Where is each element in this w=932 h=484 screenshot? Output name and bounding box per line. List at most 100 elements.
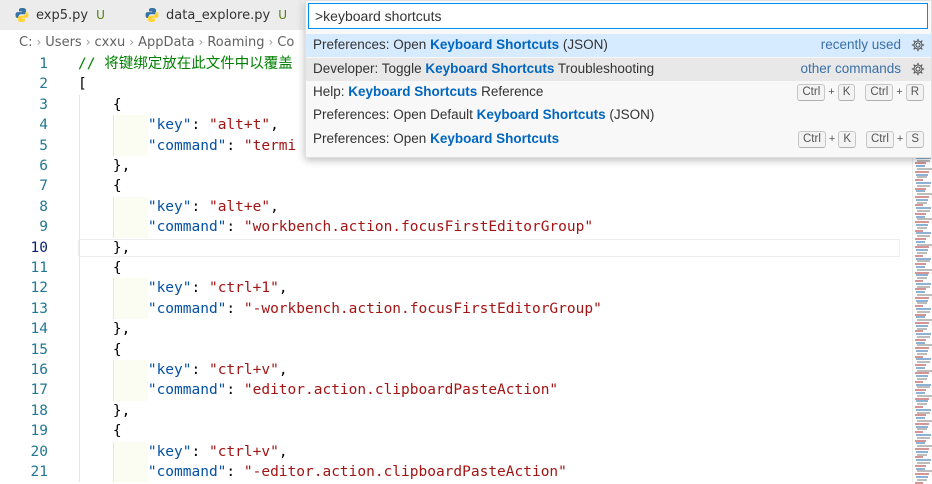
minimap-line [917, 252, 927, 254]
minimap-line [916, 333, 931, 336]
command-palette-input[interactable]: >keyboard shortcuts [308, 3, 928, 29]
keybinding-chord: Ctrl + R [865, 83, 924, 101]
minimap-line [917, 243, 932, 246]
key-cap: Ctrl [797, 84, 826, 101]
code-line[interactable]: 15 { [0, 340, 912, 360]
code-line[interactable]: 18 }, [0, 401, 912, 421]
minimap-line [916, 240, 925, 243]
minimap-line [917, 210, 930, 212]
keybinding-chord: Ctrl + S [866, 130, 924, 148]
code-text: "key": "ctrl+v", [78, 360, 288, 380]
command-palette-item[interactable]: Preferences: Open Keyboard Shortcuts (JS… [306, 34, 931, 57]
command-palette-item[interactable]: Preferences: Open Keyboard Shortcuts Ctrl… [306, 128, 931, 151]
command-label-prefix: Developer: Toggle [313, 61, 426, 76]
command-palette: >keyboard shortcuts Preferences: Open Ke… [305, 0, 932, 158]
minimap-line [916, 308, 931, 310]
gear-icon[interactable] [911, 62, 925, 76]
minimap-line [917, 168, 932, 170]
minimap-line [916, 316, 925, 319]
line-number: 1 [39, 56, 48, 72]
command-palette-item[interactable]: Help: Keyboard Shortcuts Reference Ctrl + K… [306, 81, 931, 104]
tab-exp5[interactable]: exp5.py U [0, 0, 131, 30]
minimap-line [917, 453, 927, 456]
minimap-line [917, 235, 930, 238]
minimap-line [916, 232, 931, 235]
minimap-line [916, 249, 928, 252]
breadcrumb-item[interactable]: Roaming [207, 35, 264, 50]
minimap-line [915, 179, 923, 182]
tab-status-badge: U [278, 8, 287, 22]
command-group-label: other commands [800, 61, 901, 76]
code-line[interactable]: 19 { [0, 421, 912, 441]
minimap-line [916, 442, 925, 445]
code-line[interactable]: 16 "key": "ctrl+v", [0, 360, 912, 380]
line-number: 8 [39, 198, 48, 215]
tab-data-explore[interactable]: data_explore.py U [130, 0, 302, 30]
minimap-line [917, 369, 932, 372]
code-line[interactable]: 17 "command": "editor.action.clipboardPa… [0, 380, 912, 400]
code-line[interactable]: 20 "key": "ctrl+v", [0, 442, 912, 462]
code-line[interactable]: 21 "command": "-editor.action.clipboardP… [0, 462, 912, 482]
breadcrumb-item[interactable]: Co [277, 35, 294, 50]
minimap-line [915, 305, 923, 308]
token-key: "command" [147, 300, 227, 317]
command-label-prefix: Preferences: Open Default [313, 107, 477, 122]
minimap-line [916, 173, 928, 176]
breadcrumb-item[interactable]: AppData [138, 35, 194, 50]
code-line[interactable]: 7 { [0, 176, 912, 196]
minimap-line [915, 313, 926, 316]
token-plain: }, [78, 402, 131, 419]
token-key: "key" [147, 443, 192, 460]
command-label: Developer: Toggle Keyboard Shortcuts Tro… [313, 61, 654, 76]
breadcrumb-item[interactable]: Users [45, 35, 81, 50]
code-text: }, [78, 238, 130, 258]
minimap-line [915, 254, 923, 257]
plus-separator: + [828, 133, 836, 145]
minimap-line [916, 190, 925, 193]
minimap-line [915, 280, 923, 282]
line-number: 16 [30, 362, 48, 378]
key-cap: Ctrl [866, 131, 894, 148]
code-line[interactable]: 10 }, [0, 238, 912, 258]
minimap-line [915, 380, 923, 383]
command-palette-item[interactable]: Preferences: Open Default Keyboard Short… [306, 104, 931, 127]
minimap-line [916, 400, 928, 403]
chevron-right-icon: › [198, 35, 204, 49]
line-number: 7 [39, 178, 48, 195]
code-line[interactable]: 14 }, [0, 319, 912, 339]
minimap-line [916, 417, 925, 420]
code-line[interactable]: 9 "command": "workbench.action.focusFirs… [0, 217, 912, 237]
minimap-line [917, 411, 930, 414]
token-plain: }, [78, 239, 131, 256]
line-number: 10 [30, 239, 48, 256]
minimap-line [917, 285, 930, 288]
code-line[interactable]: 13 "command": "-workbench.action.focusFi… [0, 299, 912, 319]
minimap-line [915, 347, 929, 350]
token-plain: { [78, 423, 122, 440]
command-label-prefix: Preferences: Open [313, 37, 431, 52]
minimap-line [915, 271, 929, 274]
minimap-line [915, 162, 926, 165]
minimap-line [916, 476, 928, 478]
minimap-line [915, 296, 929, 299]
minimap-line [916, 291, 925, 294]
tab-label: exp5.py [36, 7, 89, 23]
minimap-line [916, 467, 925, 470]
gear-icon[interactable] [911, 38, 925, 52]
breadcrumb-item[interactable]: C: [19, 35, 32, 50]
command-palette-item[interactable]: Developer: Toggle Keyboard Shortcuts Tro… [306, 58, 931, 81]
code-line[interactable]: 11 { [0, 258, 912, 278]
minimap-line [916, 408, 931, 411]
code-line[interactable]: 6 }, [0, 156, 912, 176]
breadcrumb-item[interactable]: cxxu [95, 35, 126, 50]
minimap-line [916, 274, 928, 277]
minimap-line [917, 478, 927, 481]
code-line[interactable]: 8 "key": "alt+e", [0, 197, 912, 217]
keybinding: Ctrl + K Ctrl + S [798, 130, 924, 148]
command-label-match: Keyboard Shortcuts [425, 61, 555, 76]
code-text: { [78, 421, 122, 441]
minimap-line [915, 372, 929, 375]
code-line[interactable]: 12 "key": "ctrl+1", [0, 278, 912, 298]
token-plain: : [191, 198, 209, 215]
